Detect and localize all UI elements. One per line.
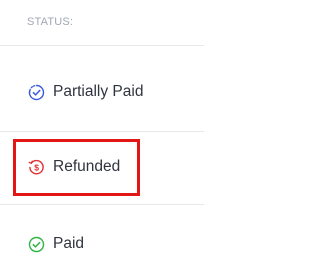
status-option-paid[interactable]: Paid [0,205,204,278]
status-option-refunded[interactable]: $ Refunded [0,132,204,205]
status-header-label: STATUS: [27,16,74,28]
status-panel: STATUS: Partially Paid $ Refunded Paid [0,0,204,278]
status-option-partially-paid[interactable]: Partially Paid [0,46,204,132]
check-circle-icon [28,236,45,253]
status-option-label: Partially Paid [53,83,144,100]
partially-paid-icon [28,84,45,101]
status-header: STATUS: [0,0,204,46]
svg-text:$: $ [34,162,39,172]
status-option-label: Refunded [53,158,121,175]
status-option-label: Paid [53,235,85,252]
refund-icon: $ [28,159,45,176]
